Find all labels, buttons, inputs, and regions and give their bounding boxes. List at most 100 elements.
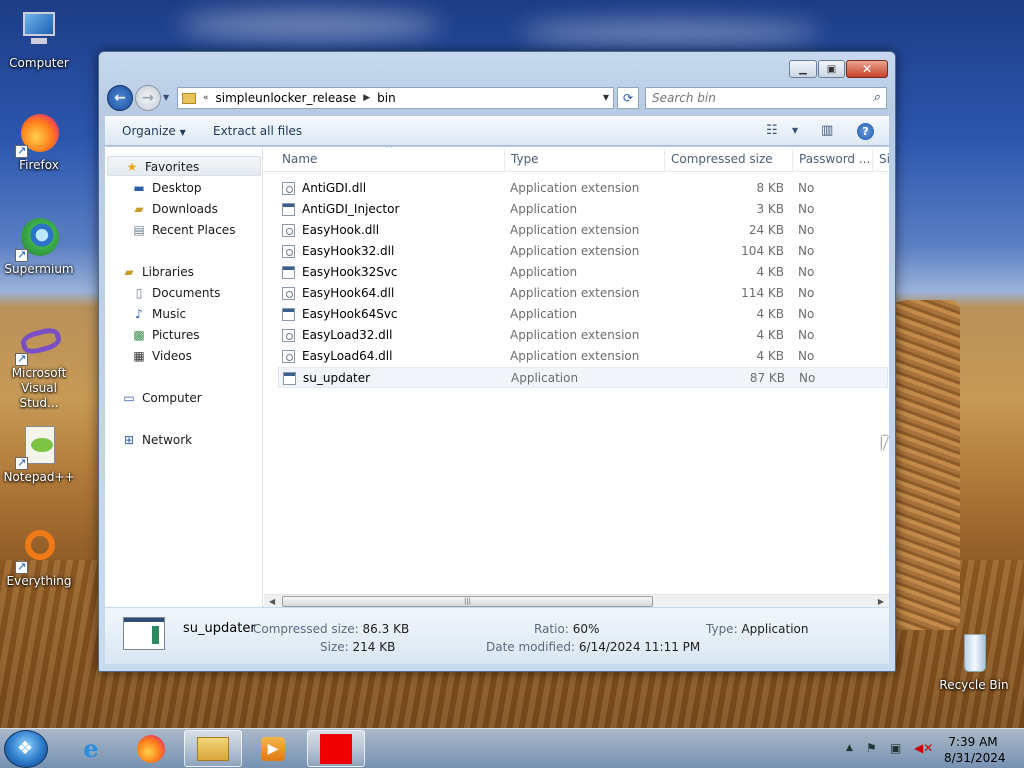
file-row[interactable]: EasyHook.dll Application extension 24 KB No: [278, 220, 888, 241]
file-row[interactable]: EasyLoad64.dll Application extension 4 KB N…: [278, 346, 888, 367]
address-dropdown-icon[interactable]: ▼: [603, 93, 609, 102]
file-row[interactable]: EasyHook64.dll Application extension 114 K…: [278, 283, 888, 304]
view-options-icon[interactable]: ☷: [766, 123, 778, 138]
column-header-compressed-size[interactable]: Compressed size: [671, 152, 773, 166]
nav-label: Downloads: [152, 202, 218, 216]
file-row[interactable]: AntiGDI_Injector Application 3 KB No: [278, 199, 888, 220]
column-divider[interactable]: [792, 149, 793, 171]
breadcrumb-chevron-icon[interactable]: ▶: [363, 93, 370, 103]
internet-explorer-icon: e: [83, 734, 99, 763]
red-app-icon: [320, 733, 352, 764]
search-box[interactable]: ⌕: [645, 87, 887, 109]
file-row[interactable]: EasyLoad32.dll Application extension 4 KB N…: [278, 325, 888, 346]
nav-label: Documents: [152, 286, 221, 300]
column-header-type[interactable]: Type: [511, 152, 539, 166]
file-row[interactable]: EasyHook64Svc Application 4 KB No: [278, 304, 888, 325]
desktop-icon-recycle-bin[interactable]: Recycle Bin: [936, 632, 1012, 693]
nav-documents[interactable]: ▯ Documents: [131, 283, 221, 303]
maximize-icon: ▣: [826, 63, 837, 75]
nav-libraries[interactable]: ▰ Libraries: [121, 262, 193, 282]
organize-menu[interactable]: Organize ▼: [122, 124, 186, 138]
breadcrumb-segment[interactable]: simpleunlocker_release: [216, 91, 357, 105]
volume-muted-icon[interactable]: ◀✕: [914, 741, 933, 755]
nav-recent-places[interactable]: ▤ Recent Places: [131, 220, 235, 240]
file-row[interactable]: AntiGDI.dll Application extension 8 KB No: [278, 178, 888, 199]
desktop-icon-supermium[interactable]: Supermium: [1, 216, 77, 277]
preview-pane-icon[interactable]: ▥: [821, 123, 833, 138]
file-row[interactable]: su_updater Application 87 KB No: [278, 367, 888, 388]
nav-videos[interactable]: ▦ Videos: [131, 346, 192, 366]
back-button[interactable]: ←: [107, 85, 133, 111]
search-input[interactable]: [652, 91, 852, 105]
column-divider[interactable]: [504, 149, 505, 171]
desktop-icon-computer[interactable]: Computer: [1, 10, 77, 71]
nav-label: Music: [152, 307, 187, 321]
maximize-button[interactable]: ▣: [818, 60, 845, 78]
forward-button[interactable]: →: [135, 85, 161, 111]
value: 214 KB: [352, 640, 396, 654]
column-header-name[interactable]: Name: [282, 152, 317, 166]
application-icon: [282, 266, 295, 279]
close-button[interactable]: ✕: [846, 60, 888, 78]
taskbar-file-explorer[interactable]: [184, 730, 242, 767]
sort-ascending-icon: ^: [386, 147, 393, 153]
extract-all-files-button[interactable]: Extract all files: [213, 124, 302, 138]
action-center-flag-icon[interactable]: ⚑: [866, 741, 877, 755]
nav-label: Recent Places: [152, 223, 236, 237]
taskbar-media-player[interactable]: ▶: [244, 730, 302, 767]
view-dropdown-icon[interactable]: ▼: [792, 126, 798, 135]
show-hidden-icons-chevron-icon[interactable]: ▲: [846, 743, 853, 753]
taskbar: e ▶ ▲ ⚑ ▣ ◀✕ 7:39 AM 8/31/2024: [0, 728, 1024, 768]
scrollbar-thumb[interactable]: |||: [282, 596, 653, 607]
file-compressed-size: 4 KB: [756, 265, 784, 279]
start-button[interactable]: [4, 730, 48, 768]
taskbar-red-app[interactable]: [307, 730, 365, 767]
nav-pictures[interactable]: ▩ Pictures: [131, 325, 199, 345]
file-row[interactable]: EasyHook32Svc Application 4 KB No: [278, 262, 888, 283]
desktop-icon-firefox[interactable]: Firefox: [1, 112, 77, 173]
column-header-password[interactable]: Password ...: [799, 152, 870, 166]
horizontal-scrollbar[interactable]: ◀ ||| ▶: [264, 594, 889, 607]
file-password: No: [798, 328, 815, 342]
nav-computer[interactable]: ▭ Computer: [121, 388, 201, 408]
nav-downloads[interactable]: ▰ Downloads: [131, 199, 218, 219]
breadcrumb-overflow[interactable]: «: [203, 93, 209, 103]
nav-network[interactable]: ⊞ Network: [121, 430, 192, 450]
file-row[interactable]: EasyHook32.dll Application extension 104 K…: [278, 241, 888, 262]
column-divider[interactable]: [872, 149, 873, 171]
minimize-button[interactable]: ▁: [789, 60, 817, 78]
column-divider[interactable]: [664, 149, 665, 171]
help-icon[interactable]: ?: [857, 123, 874, 140]
nav-music[interactable]: ♪ Music: [131, 304, 186, 324]
system-clock[interactable]: 7:39 AM 8/31/2024: [944, 734, 1006, 766]
network-icon: ⊞: [123, 433, 135, 447]
desktop-icon-visual-studio[interactable]: Microsoft Visual Stud...: [1, 320, 77, 411]
media-player-icon: ▶: [261, 736, 285, 761]
dll-file-icon: [282, 182, 295, 195]
nav-desktop[interactable]: ▬ Desktop: [131, 178, 201, 198]
dll-file-icon: [282, 329, 295, 342]
taskbar-firefox[interactable]: [122, 730, 180, 767]
recent-pages-dropdown-icon[interactable]: ▼: [163, 93, 169, 102]
network-tray-icon[interactable]: ▣: [890, 741, 901, 755]
taskbar-internet-explorer[interactable]: e: [62, 730, 120, 767]
file-compressed-size: 87 KB: [749, 371, 785, 385]
title-bar[interactable]: ▁ ▣ ✕: [99, 52, 895, 82]
scroll-left-icon[interactable]: ◀: [269, 595, 275, 607]
column-header-size[interactable]: Si: [879, 152, 889, 166]
breadcrumb-segment[interactable]: bin: [377, 91, 396, 105]
file-compressed-size: 4 KB: [756, 328, 784, 342]
file-name: EasyHook64Svc: [302, 307, 398, 321]
scroll-right-icon[interactable]: ▶: [878, 595, 884, 607]
visual-studio-icon: [15, 320, 64, 366]
address-bar[interactable]: « simpleunlocker_release ▶ bin ▼: [177, 87, 614, 109]
explorer-window: ▁ ▣ ✕ ← → ▼ « simpleunlocker_release ▶ b…: [98, 51, 896, 672]
dll-file-icon: [282, 245, 295, 258]
nav-favorites[interactable]: ★ Favorites: [107, 156, 261, 176]
desktop-icon-everything[interactable]: Everything: [1, 528, 77, 589]
computer-icon: ▭: [123, 391, 135, 405]
refresh-button[interactable]: ⟳: [617, 87, 639, 109]
documents-icon: ▯: [135, 286, 143, 300]
desktop-icon-notepadpp[interactable]: Notepad++: [1, 424, 77, 485]
dll-file-icon: [282, 350, 295, 363]
